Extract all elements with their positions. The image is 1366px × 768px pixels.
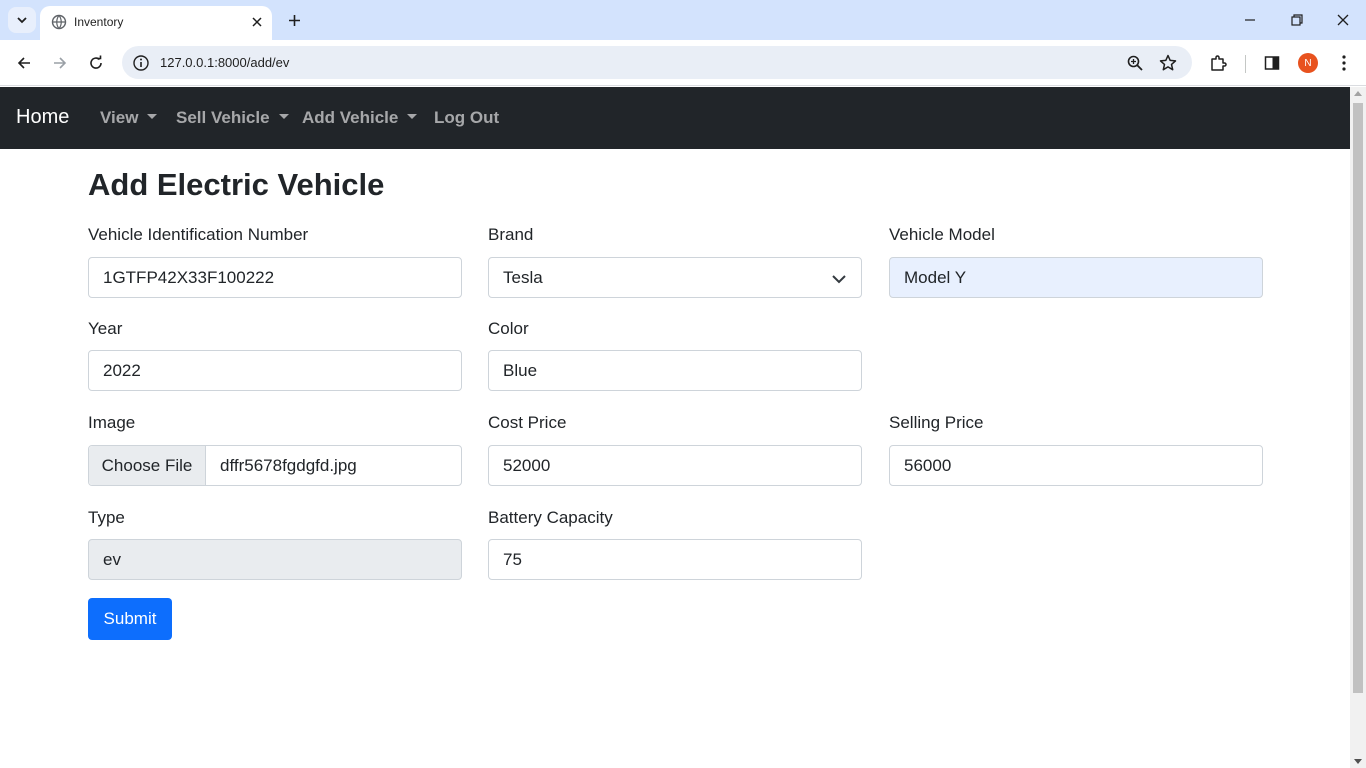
zoom-button[interactable] xyxy=(1124,52,1146,74)
year-input[interactable]: 2022 xyxy=(88,350,462,391)
address-bar[interactable]: 127.0.0.1:8000/add/ev xyxy=(122,46,1192,79)
minimize-icon xyxy=(1245,19,1255,21)
back-icon xyxy=(17,57,30,69)
more-vert-icon xyxy=(1342,55,1346,71)
scroll-down-icon[interactable] xyxy=(1354,759,1362,764)
extensions-icon xyxy=(1211,55,1227,71)
nav-add-vehicle-label: Add Vehicle xyxy=(302,108,399,127)
choose-file-button[interactable]: Choose File xyxy=(89,446,206,485)
restore-button[interactable] xyxy=(1285,8,1309,32)
side-panel-button[interactable] xyxy=(1260,51,1284,75)
vin-input[interactable]: 1GTFP42X33F100222 xyxy=(88,257,462,298)
model-label: Vehicle Model xyxy=(889,225,995,244)
window-close-button[interactable] xyxy=(1331,8,1355,32)
nav-view-label: View xyxy=(100,108,139,127)
nav-view-dropdown[interactable]: View xyxy=(100,108,158,128)
color-input[interactable]: Blue xyxy=(488,350,862,391)
model-value: Model Y xyxy=(904,267,967,287)
reload-icon xyxy=(90,55,102,69)
globe-icon xyxy=(51,14,67,30)
image-label: Image xyxy=(88,413,136,432)
more-menu-button[interactable] xyxy=(1332,51,1356,75)
bookmark-button[interactable] xyxy=(1157,52,1179,74)
brand-label: Brand xyxy=(488,225,534,244)
browser-tab-bar: Inventory xyxy=(0,0,1366,40)
new-tab-button[interactable] xyxy=(284,10,304,30)
restore-icon xyxy=(1291,14,1303,26)
forward-button[interactable] xyxy=(48,51,72,75)
image-file-name: dffr5678fgdgfd.jpg xyxy=(220,456,357,475)
zoom-icon xyxy=(1127,55,1143,71)
caret-down-icon xyxy=(407,114,418,119)
page-content: Home View Sell Vehicle Add Vehicle Log O… xyxy=(0,87,1350,768)
side-panel-icon xyxy=(1264,56,1280,70)
type-label: Type xyxy=(88,508,125,527)
minimize-button[interactable] xyxy=(1238,8,1262,32)
tab-title: Inventory xyxy=(74,15,124,29)
selling-price-input[interactable]: 56000 xyxy=(889,445,1263,486)
forward-icon xyxy=(54,57,67,69)
site-info-icon[interactable] xyxy=(132,54,150,72)
back-button[interactable] xyxy=(12,51,36,75)
reload-button[interactable] xyxy=(84,51,108,75)
year-value: 2022 xyxy=(103,360,141,380)
cost-price-value: 52000 xyxy=(503,455,551,475)
color-value: Blue xyxy=(503,360,538,380)
cost-price-input[interactable]: 52000 xyxy=(488,445,862,486)
chevron-down-icon xyxy=(832,275,846,284)
type-input: ev xyxy=(88,539,462,580)
model-input[interactable]: Model Y xyxy=(889,257,1263,298)
star-icon xyxy=(1159,54,1177,71)
nav-log-out[interactable]: Log Out xyxy=(434,108,499,128)
plus-icon xyxy=(288,14,300,26)
profile-avatar[interactable]: N xyxy=(1298,53,1318,73)
battery-capacity-input[interactable]: 75 xyxy=(488,539,862,580)
scrollbar-thumb[interactable] xyxy=(1353,103,1363,693)
navbar: Home View Sell Vehicle Add Vehicle Log O… xyxy=(0,87,1350,149)
tab-close-button[interactable] xyxy=(248,13,266,31)
vin-value: 1GTFP42X33F100222 xyxy=(103,267,275,287)
extensions-button[interactable] xyxy=(1206,51,1230,75)
type-value: ev xyxy=(103,549,121,569)
close-icon xyxy=(1337,14,1349,26)
tab-list-icon xyxy=(17,17,27,24)
battery-capacity-value: 75 xyxy=(503,549,522,569)
image-file-input[interactable]: Choose File dffr5678fgdgfd.jpg xyxy=(88,445,462,486)
year-label: Year xyxy=(88,319,123,338)
nav-sell-vehicle-label: Sell Vehicle xyxy=(176,108,270,127)
caret-down-icon xyxy=(147,114,158,119)
caret-down-icon xyxy=(278,114,289,119)
brand-value: Tesla xyxy=(503,267,543,287)
browser-toolbar: 127.0.0.1:8000/add/ev N xyxy=(0,40,1366,86)
brand-select[interactable]: Tesla xyxy=(488,257,862,298)
toolbar-separator xyxy=(1245,55,1246,73)
nav-sell-vehicle-dropdown[interactable]: Sell Vehicle xyxy=(176,108,289,128)
page-title: Add Electric Vehicle xyxy=(88,167,385,202)
vin-label: Vehicle Identification Number xyxy=(88,225,309,244)
nav-add-vehicle-dropdown[interactable]: Add Vehicle xyxy=(302,108,418,128)
color-label: Color xyxy=(488,319,529,338)
tab-list-button[interactable] xyxy=(8,7,36,33)
navbar-brand-home[interactable]: Home xyxy=(16,106,69,129)
submit-button[interactable]: Submit xyxy=(88,598,172,640)
scroll-up-icon[interactable] xyxy=(1354,91,1362,96)
url-text[interactable]: 127.0.0.1:8000/add/ev xyxy=(160,55,289,70)
battery-capacity-label: Battery Capacity xyxy=(488,508,613,527)
browser-tab[interactable]: Inventory xyxy=(40,6,272,40)
selling-price-value: 56000 xyxy=(904,455,952,475)
selling-price-label: Selling Price xyxy=(889,413,984,432)
close-icon xyxy=(252,17,262,27)
page-scrollbar[interactable] xyxy=(1350,87,1366,768)
cost-price-label: Cost Price xyxy=(488,413,567,432)
